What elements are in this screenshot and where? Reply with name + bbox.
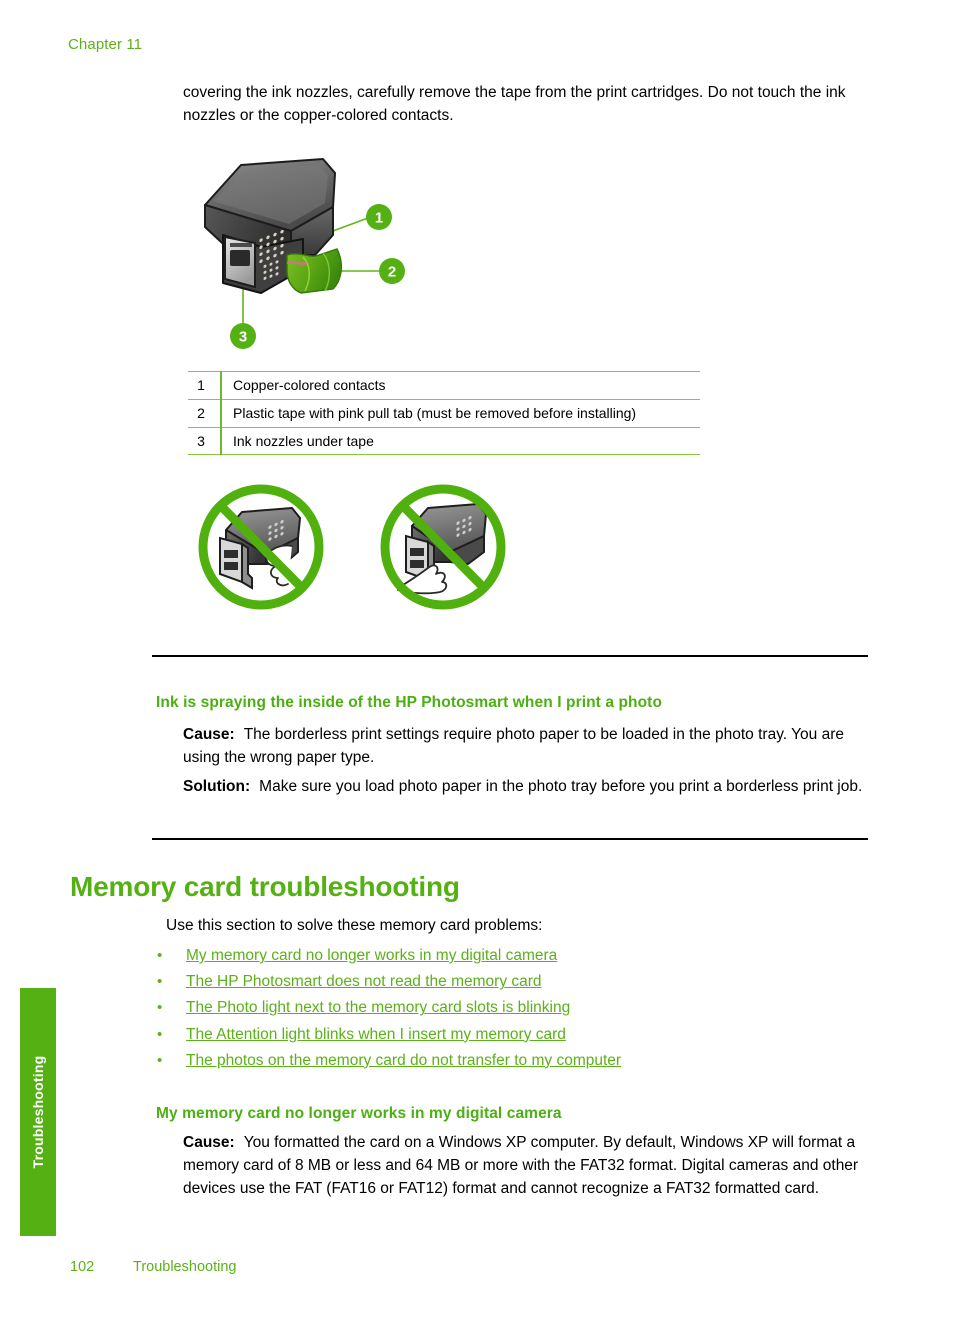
legend-description: Plastic tape with pink pull tab (must be… — [221, 399, 700, 428]
callout-1: 1 — [366, 204, 392, 230]
list-item: • My memory card no longer works in my d… — [157, 947, 857, 973]
ink-spray-heading: Ink is spraying the inside of the HP Pho… — [156, 694, 663, 711]
section-divider-top — [152, 655, 868, 657]
cause-label: Cause: — [183, 1134, 235, 1151]
page-title: Memory card troubleshooting — [70, 871, 460, 902]
solution-label: Solution: — [183, 778, 251, 795]
bullet-icon: • — [157, 973, 163, 991]
link-memory-card-no-longer-works[interactable]: My memory card no longer works in my dig… — [186, 947, 557, 965]
print-cartridge-diagram: 1 2 3 — [183, 143, 423, 358]
legend-description: Ink nozzles under tape — [221, 427, 700, 456]
prohibition-icon-row — [196, 482, 616, 618]
link-does-not-read-memory-card[interactable]: The HP Photosmart does not read the memo… — [186, 973, 542, 991]
table-row: 3 Ink nozzles under tape — [188, 427, 700, 456]
cause-label: Cause: — [183, 726, 235, 743]
memory-card-issue-cause: Cause: You formatted the card on a Window… — [183, 1132, 871, 1200]
memory-card-issue-heading: My memory card no longer works in my dig… — [156, 1105, 562, 1122]
legend-number: 1 — [188, 371, 222, 400]
list-item: • The HP Photosmart does not read the me… — [157, 973, 857, 999]
footer-page-number: 102 — [70, 1259, 95, 1275]
memory-card-link-list: • My memory card no longer works in my d… — [157, 947, 857, 1078]
do-not-touch-copper-contacts-icon — [196, 482, 326, 612]
legend-description: Copper-colored contacts — [221, 371, 700, 400]
table-row: 2 Plastic tape with pink pull tab (must … — [188, 399, 700, 428]
link-photos-do-not-transfer[interactable]: The photos on the memory card do not tra… — [186, 1052, 621, 1070]
cause-text: The borderless print settings require ph… — [183, 726, 844, 766]
bullet-icon: • — [157, 1025, 163, 1043]
solution-text: Make sure you load photo paper in the ph… — [259, 778, 863, 795]
page-footer: 102 Troubleshooting — [70, 1259, 236, 1275]
chapter-running-header: Chapter 11 — [68, 36, 143, 53]
cause-text: You formatted the card on a Windows XP c… — [183, 1134, 859, 1197]
list-item: • The Photo light next to the memory car… — [157, 999, 857, 1025]
link-attention-light-blinks[interactable]: The Attention light blinks when I insert… — [186, 1026, 566, 1044]
list-item: • The photos on the memory card do not t… — [157, 1052, 857, 1078]
ink-spray-cause: Cause: The borderless print settings requ… — [183, 724, 871, 770]
intro-paragraph: covering the ink nozzles, carefully remo… — [183, 84, 846, 124]
side-thumb-tab-label: Troubleshooting — [30, 1055, 46, 1169]
svg-text:3: 3 — [239, 329, 247, 346]
svg-text:2: 2 — [388, 264, 396, 281]
figure-legend-table: 1 Copper-colored contacts 2 Plastic tape… — [188, 371, 700, 456]
svg-text:1: 1 — [375, 210, 383, 227]
side-thumb-tab: Troubleshooting — [20, 988, 56, 1236]
legend-number: 3 — [188, 427, 222, 456]
link-photo-light-blinking[interactable]: The Photo light next to the memory card … — [186, 999, 570, 1017]
section-divider-bottom — [152, 838, 868, 840]
table-row: 1 Copper-colored contacts — [188, 371, 700, 400]
bullet-icon: • — [157, 1051, 163, 1069]
footer-section-name: Troubleshooting — [133, 1259, 237, 1275]
bullet-icon: • — [157, 999, 163, 1017]
legend-number: 2 — [188, 399, 222, 428]
do-not-touch-ink-nozzles-icon — [378, 482, 508, 612]
callout-2: 2 — [379, 258, 405, 284]
memory-card-intro: Use this section to solve these memory c… — [166, 917, 543, 934]
list-item: • The Attention light blinks when I inse… — [157, 1026, 857, 1052]
ink-spray-solution: Solution: Make sure you load photo paper … — [183, 776, 871, 799]
callout-3: 3 — [230, 323, 256, 349]
bullet-icon: • — [157, 947, 163, 964]
